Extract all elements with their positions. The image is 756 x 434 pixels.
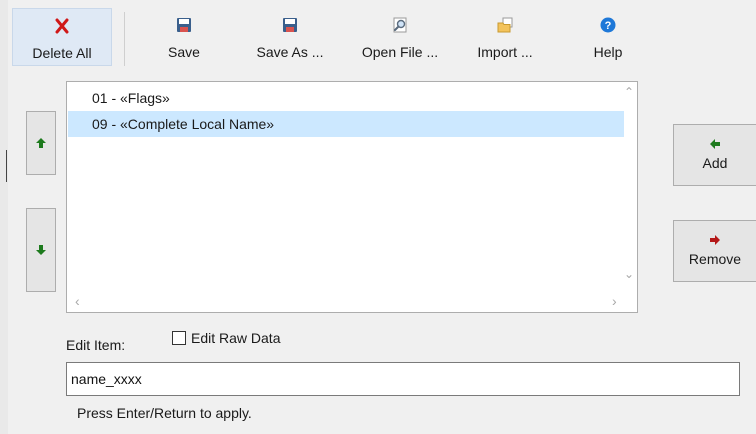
- window-edge: [0, 0, 8, 434]
- help-button[interactable]: ? Help: [578, 8, 638, 66]
- checkbox-box[interactable]: [172, 331, 186, 345]
- scroll-right-chevron-icon[interactable]: ›: [612, 294, 617, 308]
- help-question-icon: ?: [600, 17, 616, 33]
- floppy-disk-icon: [177, 18, 191, 32]
- toolbar-separator: [124, 12, 125, 66]
- edit-raw-data-checkbox[interactable]: Edit Raw Data: [172, 330, 280, 346]
- open-file-button[interactable]: Open File ...: [348, 8, 452, 66]
- add-button[interactable]: Add: [673, 124, 756, 186]
- scroll-up-chevron-icon[interactable]: ⌃: [624, 86, 634, 98]
- edit-item-label: Edit Item:: [66, 337, 126, 353]
- save-button[interactable]: Save: [144, 8, 224, 66]
- vertical-scrollbar[interactable]: ⌃ ⌄: [621, 82, 637, 288]
- open-file-magnifier-icon: [393, 17, 407, 33]
- item-list[interactable]: 01 - «Flags» 09 - «Complete Local Name» …: [66, 81, 638, 313]
- edit-item-input[interactable]: [66, 362, 740, 396]
- move-down-button[interactable]: [26, 208, 56, 292]
- save-as-button[interactable]: Save As ...: [240, 8, 340, 66]
- toolbar: Delete All Save Save As ... Open File ..…: [12, 8, 756, 68]
- floppy-disk-icon: [283, 18, 297, 32]
- delete-all-label: Delete All: [32, 45, 92, 61]
- import-label: Import ...: [477, 44, 533, 60]
- horizontal-scrollbar[interactable]: ‹ ›: [67, 290, 637, 312]
- arrow-left-icon: [710, 139, 720, 149]
- list-item[interactable]: 01 - «Flags»: [68, 85, 170, 111]
- arrow-right-icon: [710, 235, 720, 245]
- import-button[interactable]: Import ...: [462, 8, 548, 66]
- save-as-label: Save As ...: [256, 44, 324, 60]
- delete-all-button[interactable]: Delete All: [12, 8, 112, 66]
- delete-x-icon: [55, 18, 69, 34]
- edit-raw-data-label: Edit Raw Data: [191, 330, 281, 346]
- remove-button[interactable]: Remove: [673, 220, 756, 282]
- move-up-button[interactable]: [26, 111, 56, 175]
- svg-text:?: ?: [605, 20, 612, 32]
- import-folder-icon: [497, 17, 513, 33]
- help-label: Help: [593, 44, 623, 60]
- open-file-label: Open File ...: [361, 44, 439, 60]
- scroll-left-chevron-icon[interactable]: ‹: [75, 294, 80, 308]
- add-label: Add: [702, 155, 728, 171]
- apply-hint: Press Enter/Return to apply.: [77, 405, 252, 421]
- remove-label: Remove: [688, 251, 742, 267]
- scroll-down-chevron-icon[interactable]: ⌄: [624, 268, 634, 280]
- edge-mark: [6, 150, 7, 182]
- save-label: Save: [168, 44, 200, 60]
- arrow-up-icon: [36, 138, 46, 148]
- list-item-selected[interactable]: 09 - «Complete Local Name»: [68, 111, 624, 137]
- arrow-down-icon: [36, 245, 46, 255]
